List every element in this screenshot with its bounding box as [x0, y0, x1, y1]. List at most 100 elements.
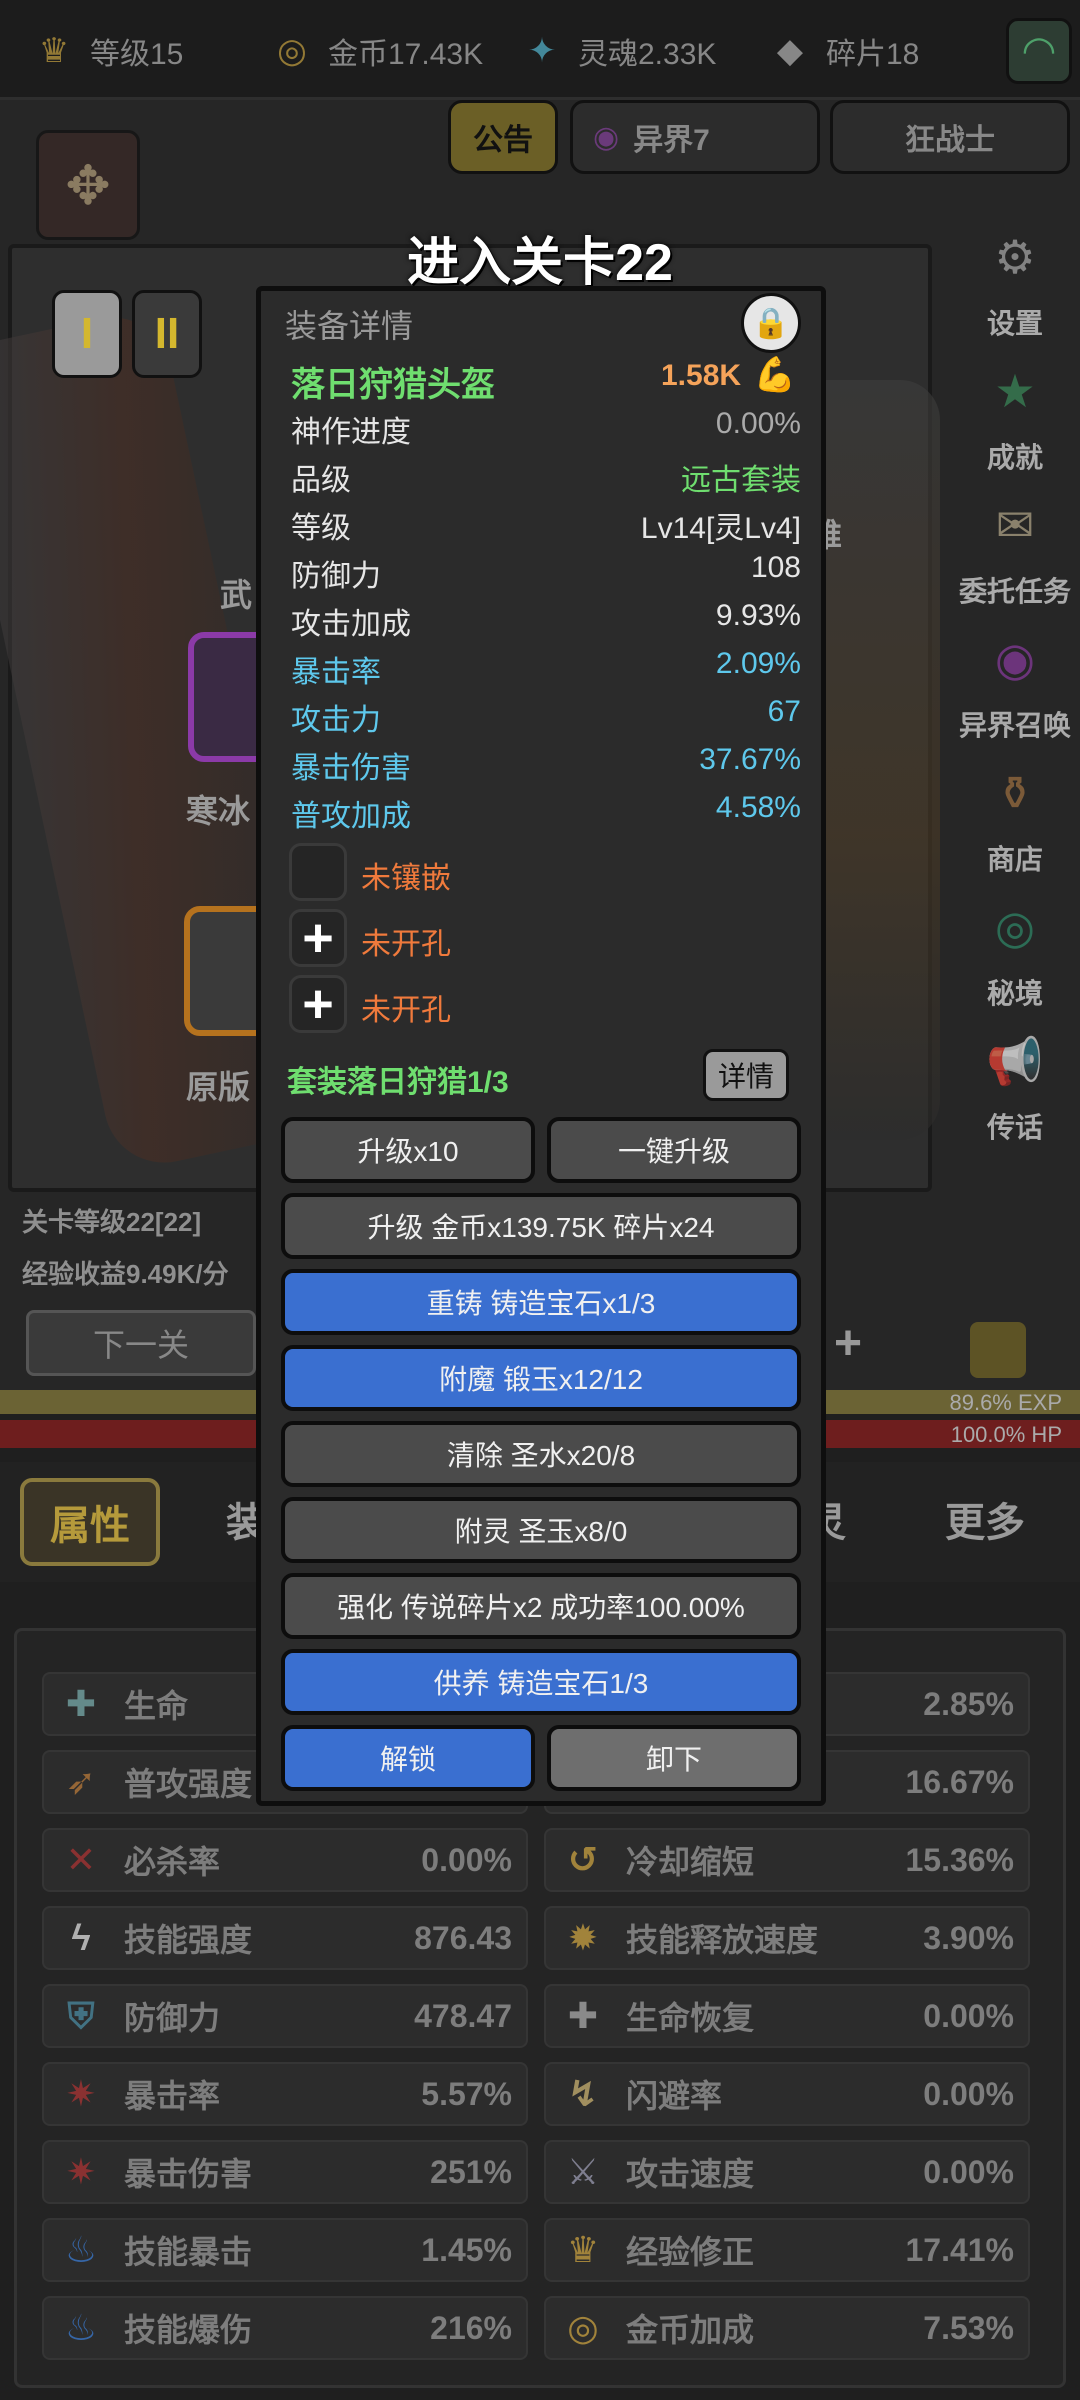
- signal-icon[interactable]: ◠: [1006, 18, 1072, 84]
- level-text: 等级15: [90, 38, 184, 71]
- stat-name: 暴击伤害: [124, 2156, 253, 2192]
- socket-label: 未镶嵌: [361, 862, 451, 895]
- side-item-secret-realm-label: 秘境: [986, 978, 1043, 1009]
- side-item-shop-label: 商店: [986, 844, 1043, 875]
- regen-icon: ✚: [567, 1995, 599, 2036]
- item-stat-name: 品级: [291, 464, 351, 497]
- purify-label: 清除 圣水x20/8: [446, 1440, 636, 1471]
- stat-value: 3.90%: [923, 1919, 1014, 1956]
- item-stat-value: 远古套装: [681, 464, 801, 497]
- stat-value: 216%: [430, 2309, 512, 2346]
- one-click-upgrade-button[interactable]: 一键升级: [547, 1117, 801, 1183]
- stage-level: 关卡等级22[22]: [22, 1207, 202, 1237]
- coin-icon: ◎: [567, 2307, 599, 2348]
- spirit-attach-label: 附灵 圣玉x8/0: [454, 1516, 628, 1547]
- unequip-button[interactable]: 卸下: [547, 1725, 801, 1791]
- side-item-quests[interactable]: ✉ 委托任务: [950, 484, 1080, 614]
- add-socket-icon[interactable]: +: [289, 975, 347, 1033]
- set-detail-label: 详情: [717, 1061, 774, 1092]
- side-item-broadcast-label: 传话: [986, 1112, 1043, 1143]
- side-item-secret-realm[interactable]: ◎ 秘境: [950, 886, 1080, 1016]
- side-item-achievements-label: 成就: [986, 442, 1043, 473]
- tab-more[interactable]: 更多: [945, 1490, 1025, 1548]
- resource-bar: ♛ 等级15 ◎ 金币17.43K ✦ 灵魂2.33K ◆ 碎片18 ◠: [0, 0, 1080, 100]
- stat-value: 876.43: [414, 1919, 512, 1956]
- item-stat-row: 攻击力 67: [291, 695, 801, 737]
- tab-attributes[interactable]: 属性: [20, 1478, 160, 1566]
- shield-icon: ⛨: [67, 1994, 95, 2036]
- nurture-button[interactable]: 供养 铸造宝石1/3: [281, 1649, 801, 1715]
- stat-item: ✕ 必杀率 0.00%: [42, 1828, 528, 1892]
- strengthen-label: 强化 传说碎片x2 成功率100.00%: [337, 1592, 745, 1623]
- item-stat-row: 攻击加成 9.93%: [291, 599, 801, 641]
- item-stat-name: 等级: [291, 512, 351, 545]
- socket-label: 未开孔: [361, 928, 451, 961]
- stat-item: ϟ 技能强度 876.43: [42, 1906, 528, 1970]
- portal-icon: ◉: [593, 120, 620, 154]
- tab-otherworld[interactable]: ◉ 异界7: [570, 100, 820, 174]
- stat-name: 攻击速度: [626, 2156, 755, 2192]
- upgrade-cost-button[interactable]: 升级 金币x139.75K 碎片x24: [281, 1193, 801, 1259]
- item-stat-value: 0.00%: [715, 407, 801, 440]
- plus-icon[interactable]: +: [820, 1310, 876, 1376]
- recast-button[interactable]: 重铸 铸造宝石x1/3: [281, 1269, 801, 1335]
- skill-icon: ϟ: [71, 1917, 91, 1958]
- item-stat-value: 108: [750, 551, 801, 584]
- exp-label: 89.6% EXP: [949, 1390, 1062, 1415]
- tab-class-label: 狂战士: [905, 124, 995, 157]
- side-item-achievements[interactable]: ★ 成就: [950, 350, 1080, 480]
- socket-empty[interactable]: [289, 843, 347, 901]
- stat-value: 15.36%: [905, 1841, 1014, 1878]
- unlock-button[interactable]: 解锁: [281, 1725, 535, 1791]
- gold-resource: ◎ 金币17.43K: [266, 20, 483, 82]
- secret-realm-icon: ◎: [994, 901, 1036, 953]
- set-detail-button[interactable]: 详情: [703, 1049, 789, 1101]
- spirit-attach-button[interactable]: 附灵 圣玉x8/0: [281, 1497, 801, 1563]
- stat-name: 金币加成: [626, 2312, 755, 2348]
- enchant-button[interactable]: 附魔 锻玉x12/12: [281, 1345, 801, 1411]
- item-stat-value: 67: [767, 695, 801, 728]
- item-stat-row: 神作进度 0.00%: [291, 407, 801, 449]
- dodge-icon: ↯: [567, 2073, 599, 2114]
- stat-name: 生命恢复: [626, 2000, 755, 2036]
- upgrade-x10-button[interactable]: 升级x10: [281, 1117, 535, 1183]
- item-stat-value: 37.67%: [699, 743, 801, 776]
- lock-icon[interactable]: 🔒: [741, 293, 801, 353]
- stat-item: ◎ 金币加成 7.53%: [544, 2296, 1030, 2360]
- loadout-one-button[interactable]: I: [52, 290, 122, 378]
- stat-value: 2.85%: [923, 1685, 1014, 1722]
- tab-class[interactable]: 狂战士: [830, 100, 1070, 174]
- next-stage-button[interactable]: 下一关: [26, 1310, 256, 1376]
- skill-crit-icon: ♨: [64, 2229, 98, 2270]
- tab-notice[interactable]: 公告: [448, 100, 558, 174]
- item-stat-row: 暴击伤害 37.67%: [291, 743, 801, 785]
- item-stat-value: 4.58%: [715, 791, 801, 824]
- side-item-settings-label: 设置: [986, 308, 1043, 339]
- purify-button[interactable]: 清除 圣水x20/8: [281, 1421, 801, 1487]
- tab-otherworld-label: 异界7: [633, 124, 710, 157]
- item-name: 落日狩猎头盔: [291, 366, 495, 404]
- loadout-two-button[interactable]: II: [132, 290, 202, 378]
- crown-icon: ♛: [38, 32, 70, 70]
- side-item-broadcast[interactable]: 📢 传话: [950, 1020, 1080, 1150]
- tab-attributes-label: 属性: [50, 1504, 130, 1548]
- stat-name: 技能暴击: [124, 2234, 253, 2270]
- side-item-summon[interactable]: ◉ 异界召唤: [950, 618, 1080, 748]
- weapon-slot-label: 寒冰: [186, 793, 251, 829]
- stat-item: ✹ 技能释放速度 3.90%: [544, 1906, 1030, 1970]
- crit-damage-icon: ✷: [65, 2151, 97, 2192]
- shard-text: 碎片18: [826, 38, 920, 71]
- side-item-shop[interactable]: ⚱ 商店: [950, 752, 1080, 882]
- add-socket-icon[interactable]: +: [289, 909, 347, 967]
- strengthen-button[interactable]: 强化 传说碎片x2 成功率100.00%: [281, 1573, 801, 1639]
- stat-value: 251%: [430, 2153, 512, 2190]
- auto-icon[interactable]: [970, 1322, 1026, 1378]
- shard-resource: ◆ 碎片18: [764, 20, 919, 82]
- stat-name: 必杀率: [124, 1844, 221, 1880]
- stat-value: 0.00%: [421, 1841, 512, 1878]
- weapon-label: 武: [220, 577, 253, 613]
- item-stat-name: 防御力: [291, 560, 381, 593]
- side-item-quests-label: 委托任务: [958, 576, 1071, 607]
- stat-name: 技能强度: [124, 1922, 253, 1958]
- item-stat-value: 2.09%: [715, 647, 801, 680]
